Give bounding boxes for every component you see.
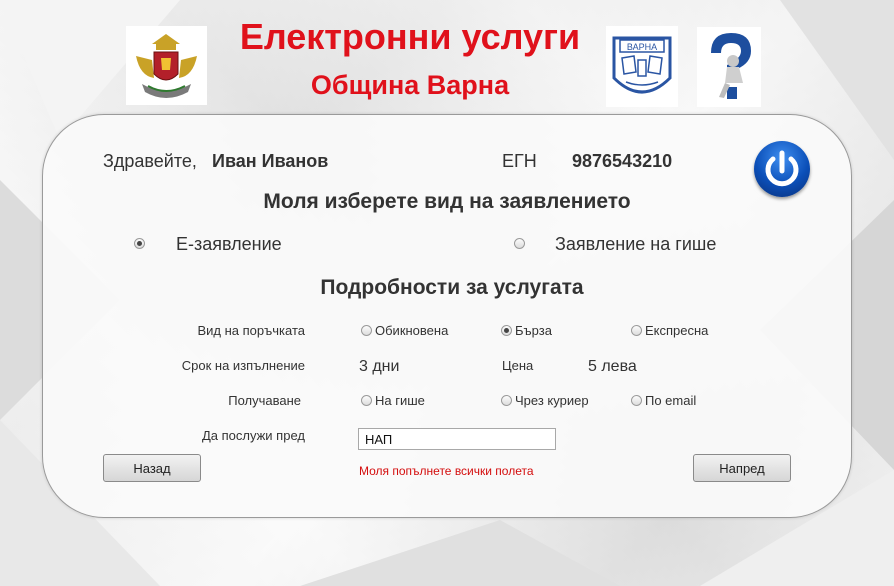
page-subtitle: Община Варна <box>310 70 510 100</box>
next-button[interactable]: Напред <box>693 454 791 482</box>
application-type-heading: Моля изберете вид на заявлението <box>263 190 631 213</box>
logout-power-button[interactable] <box>754 141 810 197</box>
purpose-label: Да послужи пред <box>201 428 305 443</box>
user-name: Иван Иванов <box>212 151 329 171</box>
label-order-regular[interactable]: Обикновена <box>375 323 448 338</box>
greeting-label: Здравейте, <box>103 151 197 171</box>
label-delivery-counter[interactable]: На гише <box>375 393 425 408</box>
egn-value: 9876543210 <box>572 151 673 171</box>
back-button[interactable]: Назад <box>103 454 201 482</box>
radio-order-fast[interactable] <box>501 325 512 336</box>
term-label: Срок на изпълнение <box>181 358 305 373</box>
label-order-express[interactable]: Експресна <box>645 323 708 338</box>
delivery-label: Получаване <box>228 393 301 408</box>
egn-label: ЕГН <box>502 151 537 171</box>
help-icon[interactable] <box>697 27 761 107</box>
order-type-label: Вид на поръчката <box>197 323 305 338</box>
label-e-application[interactable]: Е-заявление <box>176 234 282 255</box>
bulgaria-coat-of-arms-logo <box>126 26 207 105</box>
radio-order-express[interactable] <box>631 325 642 336</box>
price-value: 5 лева <box>588 358 637 375</box>
purpose-input[interactable]: НАП <box>358 428 556 450</box>
radio-e-application[interactable] <box>134 238 145 249</box>
validation-error: Моля попълнете всички полета <box>359 464 534 478</box>
label-delivery-email[interactable]: По email <box>645 393 696 408</box>
radio-delivery-counter[interactable] <box>361 395 372 406</box>
varna-logo-text: ВАРНА <box>627 42 657 52</box>
radio-delivery-courier[interactable] <box>501 395 512 406</box>
term-value: 3 дни <box>359 358 400 375</box>
label-order-fast[interactable]: Бърза <box>515 323 552 338</box>
radio-counter-application[interactable] <box>514 238 525 249</box>
radio-order-regular[interactable] <box>361 325 372 336</box>
varna-coat-of-arms-logo: ВАРНА <box>606 26 678 107</box>
label-delivery-courier[interactable]: Чрез куриер <box>515 393 589 408</box>
service-details-heading: Подробности за услугата <box>320 276 584 299</box>
power-icon <box>765 150 799 187</box>
price-label: Цена <box>502 358 534 373</box>
radio-delivery-email[interactable] <box>631 395 642 406</box>
label-counter-application[interactable]: Заявление на гише <box>555 234 716 255</box>
page-title: Електронни услуги <box>239 16 581 57</box>
main-panel: Здравейте, Иван Иванов ЕГН 9876543210 Мо… <box>42 114 852 518</box>
